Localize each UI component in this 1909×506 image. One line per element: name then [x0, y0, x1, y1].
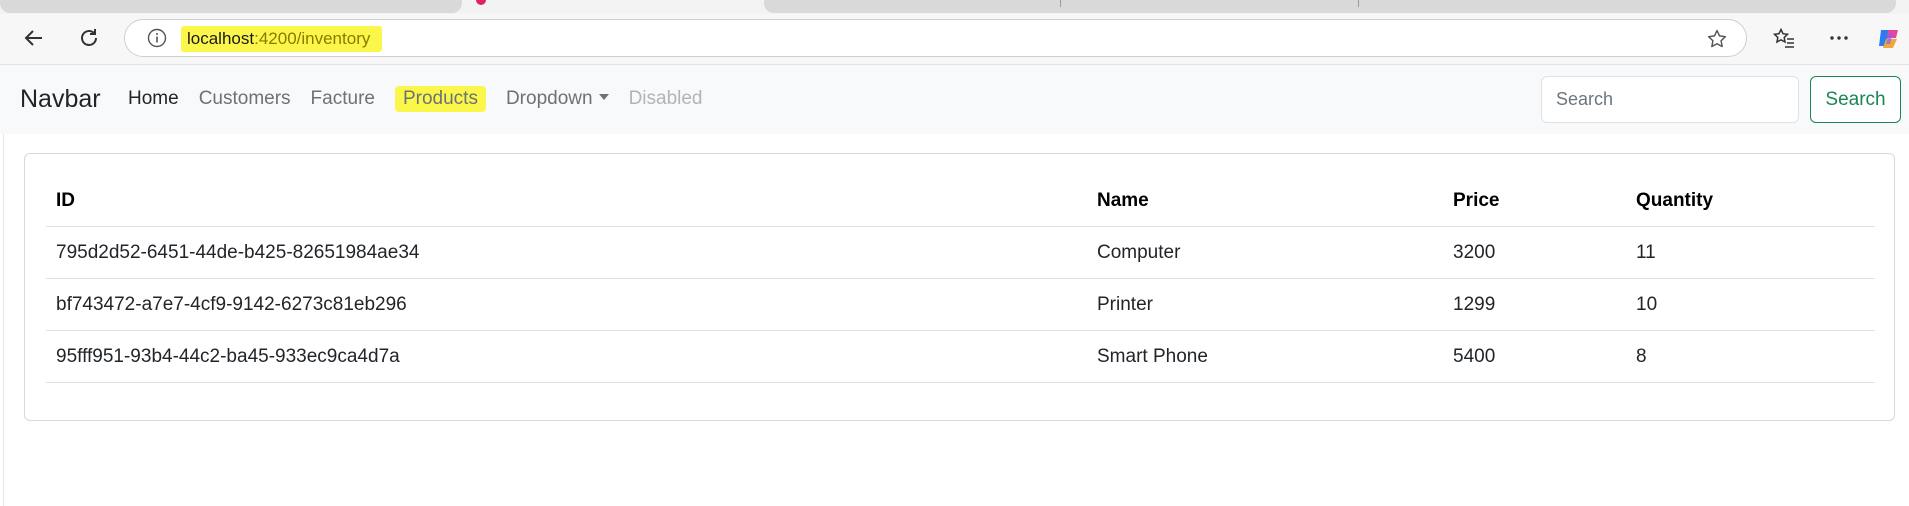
- address-bar[interactable]: localhost:4200/inventory: [124, 19, 1747, 57]
- cell-id: bf743472-a7e7-4cf9-9142-6273c81eb296: [46, 278, 1087, 331]
- back-button[interactable]: [14, 18, 54, 58]
- cell-quantity: 11: [1626, 226, 1875, 279]
- url-path: :4200/inventory: [254, 29, 371, 48]
- column-header-price: Price: [1443, 175, 1626, 227]
- favorite-star-icon[interactable]: [1706, 28, 1728, 50]
- browser-toolbar: localhost:4200/inventory: [0, 14, 1909, 65]
- cell-name: Smart Phone: [1087, 330, 1443, 383]
- column-header-id: ID: [46, 175, 1087, 227]
- tab-separator: [1060, 0, 1061, 7]
- browser-tab[interactable]: [0, 0, 462, 13]
- caret-down-icon: [598, 93, 609, 100]
- tab-favicon-icon: [476, 0, 486, 5]
- cell-price: 1299: [1443, 278, 1626, 331]
- search-button[interactable]: Search: [1810, 76, 1901, 123]
- cell-name: Computer: [1087, 226, 1443, 279]
- table-header-row: ID Name Price Quantity: [46, 175, 1875, 227]
- cell-quantity: 10: [1626, 278, 1875, 331]
- page-edge-divider: [3, 134, 4, 506]
- cell-id: 795d2d52-6451-44de-b425-82651984ae34: [46, 226, 1087, 279]
- browser-tab[interactable]: [764, 0, 1896, 13]
- favorites-button[interactable]: [1764, 18, 1804, 58]
- url-host: localhost: [187, 29, 255, 48]
- navbar-brand[interactable]: Navbar: [20, 85, 101, 114]
- column-header-quantity: Quantity: [1626, 175, 1875, 227]
- table-row: 795d2d52-6451-44de-b425-82651984ae34 Com…: [46, 226, 1875, 279]
- ellipsis-icon: [1830, 36, 1848, 40]
- navbar-links: Home Customers Facture Products Dropdown…: [118, 86, 713, 112]
- cell-price: 3200: [1443, 226, 1626, 279]
- copilot-button[interactable]: [1869, 18, 1909, 58]
- back-arrow-icon: [24, 30, 42, 46]
- table-row: bf743472-a7e7-4cf9-9142-6273c81eb296 Pri…: [46, 278, 1875, 331]
- inventory-card: ID Name Price Quantity 795d2d52-6451-44d…: [24, 153, 1895, 421]
- cell-id: 95fff951-93b4-44c2-ba45-933ec9ca4d7a: [46, 330, 1087, 383]
- column-header-name: Name: [1087, 175, 1443, 227]
- browser-tab-strip: [0, 0, 1909, 14]
- table-row: 95fff951-93b4-44c2-ba45-933ec9ca4d7a Sma…: [46, 330, 1875, 383]
- nav-link-products[interactable]: Products: [394, 86, 486, 112]
- nav-link-facture[interactable]: Facture: [301, 86, 385, 112]
- nav-link-disabled: Disabled: [628, 88, 703, 109]
- cell-name: Printer: [1087, 278, 1443, 331]
- nav-dropdown-label: Dropdown: [505, 88, 593, 109]
- inventory-table: ID Name Price Quantity 795d2d52-6451-44d…: [46, 175, 1875, 383]
- nav-link-home[interactable]: Home: [118, 86, 189, 112]
- app-navbar: Navbar Home Customers Facture Products D…: [0, 65, 1909, 134]
- tab-separator: [1358, 0, 1359, 7]
- search-input[interactable]: [1541, 76, 1799, 123]
- reload-button[interactable]: [69, 18, 109, 58]
- cell-quantity: 8: [1626, 330, 1875, 383]
- copilot-icon: [1879, 30, 1898, 48]
- cell-price: 5400: [1443, 330, 1626, 383]
- url-text[interactable]: localhost:4200/inventory: [181, 26, 383, 52]
- site-info-icon[interactable]: [147, 28, 167, 48]
- favorites-list-icon: [1772, 27, 1794, 48]
- nav-link-customers[interactable]: Customers: [189, 86, 301, 112]
- more-menu-button[interactable]: [1819, 18, 1859, 58]
- reload-icon: [81, 29, 97, 46]
- nav-dropdown-toggle[interactable]: Dropdown: [496, 86, 619, 112]
